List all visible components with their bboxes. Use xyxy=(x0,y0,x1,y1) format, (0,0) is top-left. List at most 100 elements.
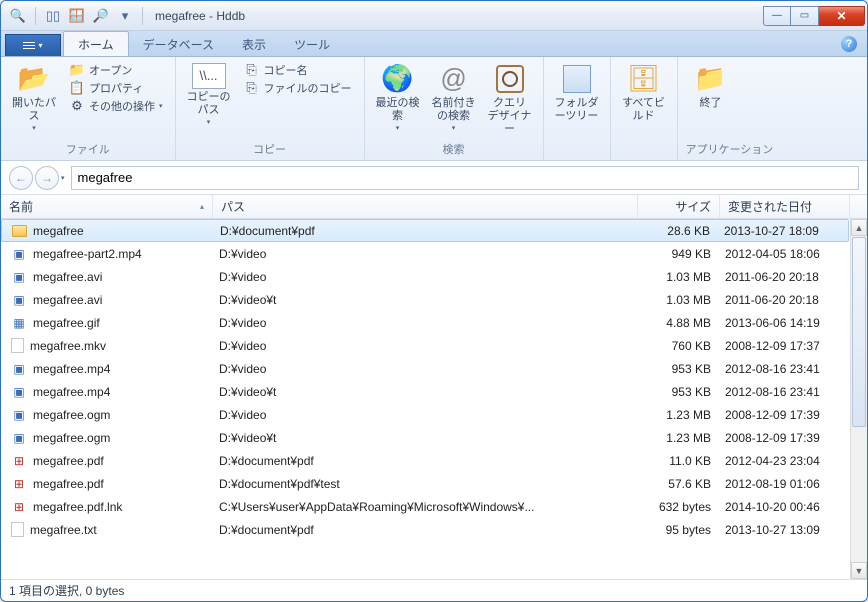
file-video-icon: ▣ xyxy=(11,430,27,446)
folder-tree-button[interactable]: フォルダーツリー xyxy=(552,61,602,125)
file-path: D:¥video xyxy=(213,408,637,422)
file-date: 2008-12-09 17:37 xyxy=(719,339,849,353)
window-icon[interactable]: 🪟 xyxy=(66,5,88,27)
window-controls: — ▭ ✕ xyxy=(763,6,865,26)
property-icon: 📋 xyxy=(69,80,85,96)
file-name: megafree.pdf.lnk xyxy=(33,500,122,514)
copy-path-button[interactable]: \\... コピーのパス ▾ xyxy=(184,61,234,130)
file-copy-button[interactable]: ⎘ファイルのコピー xyxy=(240,79,356,97)
history-dropdown-icon[interactable]: ▾ xyxy=(61,174,65,182)
file-name: megafree-part2.mp4 xyxy=(33,247,142,261)
file-video-icon: ▣ xyxy=(11,407,27,423)
table-row[interactable]: ▣megafree.ogmD:¥video¥t1.23 MB2008-12-09… xyxy=(1,426,849,449)
maximize-button[interactable]: ▭ xyxy=(791,6,819,26)
column-size[interactable]: サイズ xyxy=(638,195,720,218)
file-name: megafree.mkv xyxy=(30,339,106,353)
other-ops-button[interactable]: ⚙その他の操作 ▾ xyxy=(65,97,167,115)
property-button[interactable]: 📋プロパティ xyxy=(65,79,167,97)
file-video-icon: ▣ xyxy=(11,384,27,400)
column-path[interactable]: パス xyxy=(213,195,638,218)
recent-search-button[interactable]: 🌍 最近の検索 ▾ xyxy=(373,61,423,136)
exit-folder-icon: 📁 xyxy=(695,63,727,95)
copy-icon: ⎘ xyxy=(244,62,260,78)
ribbon-group-build: 🗄 すべてビルド xyxy=(611,57,678,160)
chevron-down-icon: ▾ xyxy=(207,119,211,127)
table-row[interactable]: ▣megafree.ogmD:¥video1.23 MB2008-12-09 1… xyxy=(1,403,849,426)
path-icon: \\... xyxy=(192,63,226,89)
file-size: 1.03 MB xyxy=(637,270,719,284)
vertical-scrollbar[interactable]: ▲ ▼ xyxy=(850,219,867,579)
chevron-down-icon: ▾ xyxy=(452,125,456,133)
scroll-down-icon[interactable]: ▼ xyxy=(851,562,867,579)
back-button[interactable]: ← xyxy=(9,166,33,190)
table-row[interactable]: megafree.mkvD:¥video760 KB2008-12-09 17:… xyxy=(1,334,849,357)
ribbon-tabs: ▾ ホーム データベース 表示 ツール ? xyxy=(1,31,867,57)
table-row[interactable]: ▦megafree.gifD:¥video4.88 MB2013-06-06 1… xyxy=(1,311,849,334)
navigation-bar: ← → ▾ xyxy=(1,161,867,195)
table-row[interactable]: ▣megafree.aviD:¥video¥t1.03 MB2011-06-20… xyxy=(1,288,849,311)
table-row[interactable]: ▣megafree-part2.mp4D:¥video949 KB2012-04… xyxy=(1,242,849,265)
search-input[interactable] xyxy=(71,166,859,190)
copy-name-button[interactable]: ⎘コピー名 xyxy=(240,61,356,79)
chevron-down-icon: ▾ xyxy=(396,125,400,133)
table-row[interactable]: ▣megafree.mp4D:¥video953 KB2012-08-16 23… xyxy=(1,357,849,380)
named-search-button[interactable]: @ 名前付きの検索 ▾ xyxy=(429,61,479,136)
tab-view[interactable]: 表示 xyxy=(228,32,280,56)
file-size: 11.0 KB xyxy=(637,454,719,468)
file-menu-button[interactable]: ▾ xyxy=(5,34,61,56)
column-date[interactable]: 変更された日付 xyxy=(720,195,850,218)
tab-home[interactable]: ホーム xyxy=(63,31,129,56)
file-date: 2013-10-27 13:09 xyxy=(719,523,849,537)
title-bar: 🔍 ▯▯ 🪟 🔎 ▾ megafree - Hddb — ▭ ✕ xyxy=(1,1,867,31)
table-row[interactable]: ▣megafree.mp4D:¥video¥t953 KB2012-08-16 … xyxy=(1,380,849,403)
open-button[interactable]: 📁オープン xyxy=(65,61,167,79)
open-path-button[interactable]: 📂 開いたパス ▾ xyxy=(9,61,59,136)
scroll-up-icon[interactable]: ▲ xyxy=(851,219,867,236)
file-folder-icon xyxy=(12,225,27,237)
file-path: D:¥document¥pdf xyxy=(213,523,637,537)
exit-button[interactable]: 📁 終了 xyxy=(686,61,736,112)
scrollbar-thumb[interactable] xyxy=(852,237,866,427)
query-designer-button[interactable]: クエリ デザイナー xyxy=(485,61,535,139)
file-path: D:¥document¥pdf¥test xyxy=(213,477,637,491)
tab-database[interactable]: データベース xyxy=(129,32,228,56)
file-blank-icon xyxy=(11,338,24,353)
file-date: 2012-08-16 23:41 xyxy=(719,385,849,399)
group-label-file: ファイル xyxy=(9,140,167,158)
status-bar: 1 項目の選択, 0 bytes xyxy=(1,579,867,601)
column-name[interactable]: 名前▴ xyxy=(1,195,213,218)
help-icon[interactable]: ? xyxy=(841,36,857,52)
file-path: D:¥video¥t xyxy=(213,431,637,445)
file-name: megafree.ogm xyxy=(33,431,110,445)
ribbon-group-copy: \\... コピーのパス ▾ ⎘コピー名 ⎘ファイルのコピー コピー xyxy=(176,57,365,160)
file-path: D:¥video xyxy=(213,316,637,330)
ribbon-group-search: 🌍 最近の検索 ▾ @ 名前付きの検索 ▾ クエリ デザイナー 検索 xyxy=(365,57,544,160)
ribbon-group-file: 📂 開いたパス ▾ 📁オープン 📋プロパティ ⚙その他の操作 ▾ ファイル xyxy=(1,57,176,160)
layout-icon[interactable]: ▯▯ xyxy=(42,5,64,27)
find-icon[interactable]: 🔎 xyxy=(90,5,112,27)
table-row[interactable]: ⊞megafree.pdf.lnkC:¥Users¥user¥AppData¥R… xyxy=(1,495,849,518)
chevron-down-icon: ▾ xyxy=(38,41,42,50)
file-date: 2008-12-09 17:39 xyxy=(719,431,849,445)
close-button[interactable]: ✕ xyxy=(819,6,865,26)
file-size: 953 KB xyxy=(637,362,719,376)
status-text: 1 項目の選択, 0 bytes xyxy=(9,582,124,599)
table-row[interactable]: ⊞megafree.pdfD:¥document¥pdf11.0 KB2012-… xyxy=(1,449,849,472)
table-row[interactable]: ⊞megafree.pdfD:¥document¥pdf¥test57.6 KB… xyxy=(1,472,849,495)
file-pdf-icon: ⊞ xyxy=(11,476,27,492)
file-path: D:¥video xyxy=(213,270,637,284)
search-icon[interactable]: 🔍 xyxy=(7,5,29,27)
forward-button[interactable]: → xyxy=(35,166,59,190)
tab-tool[interactable]: ツール xyxy=(280,32,344,56)
gear-icon: ⚙ xyxy=(69,98,85,114)
table-row[interactable]: megafree.txtD:¥document¥pdf95 bytes2013-… xyxy=(1,518,849,541)
build-all-button[interactable]: 🗄 すべてビルド xyxy=(619,61,669,125)
qat-more-icon[interactable]: ▾ xyxy=(114,5,136,27)
ribbon-group-tree: フォルダーツリー xyxy=(544,57,611,160)
table-row[interactable]: megafreeD:¥document¥pdf28.6 KB2013-10-27… xyxy=(1,219,849,242)
minimize-button[interactable]: — xyxy=(763,6,791,26)
file-name: megafree.avi xyxy=(33,293,102,307)
file-date: 2012-08-19 01:06 xyxy=(719,477,849,491)
file-pdf-icon: ⊞ xyxy=(11,453,27,469)
table-row[interactable]: ▣megafree.aviD:¥video1.03 MB2011-06-20 2… xyxy=(1,265,849,288)
